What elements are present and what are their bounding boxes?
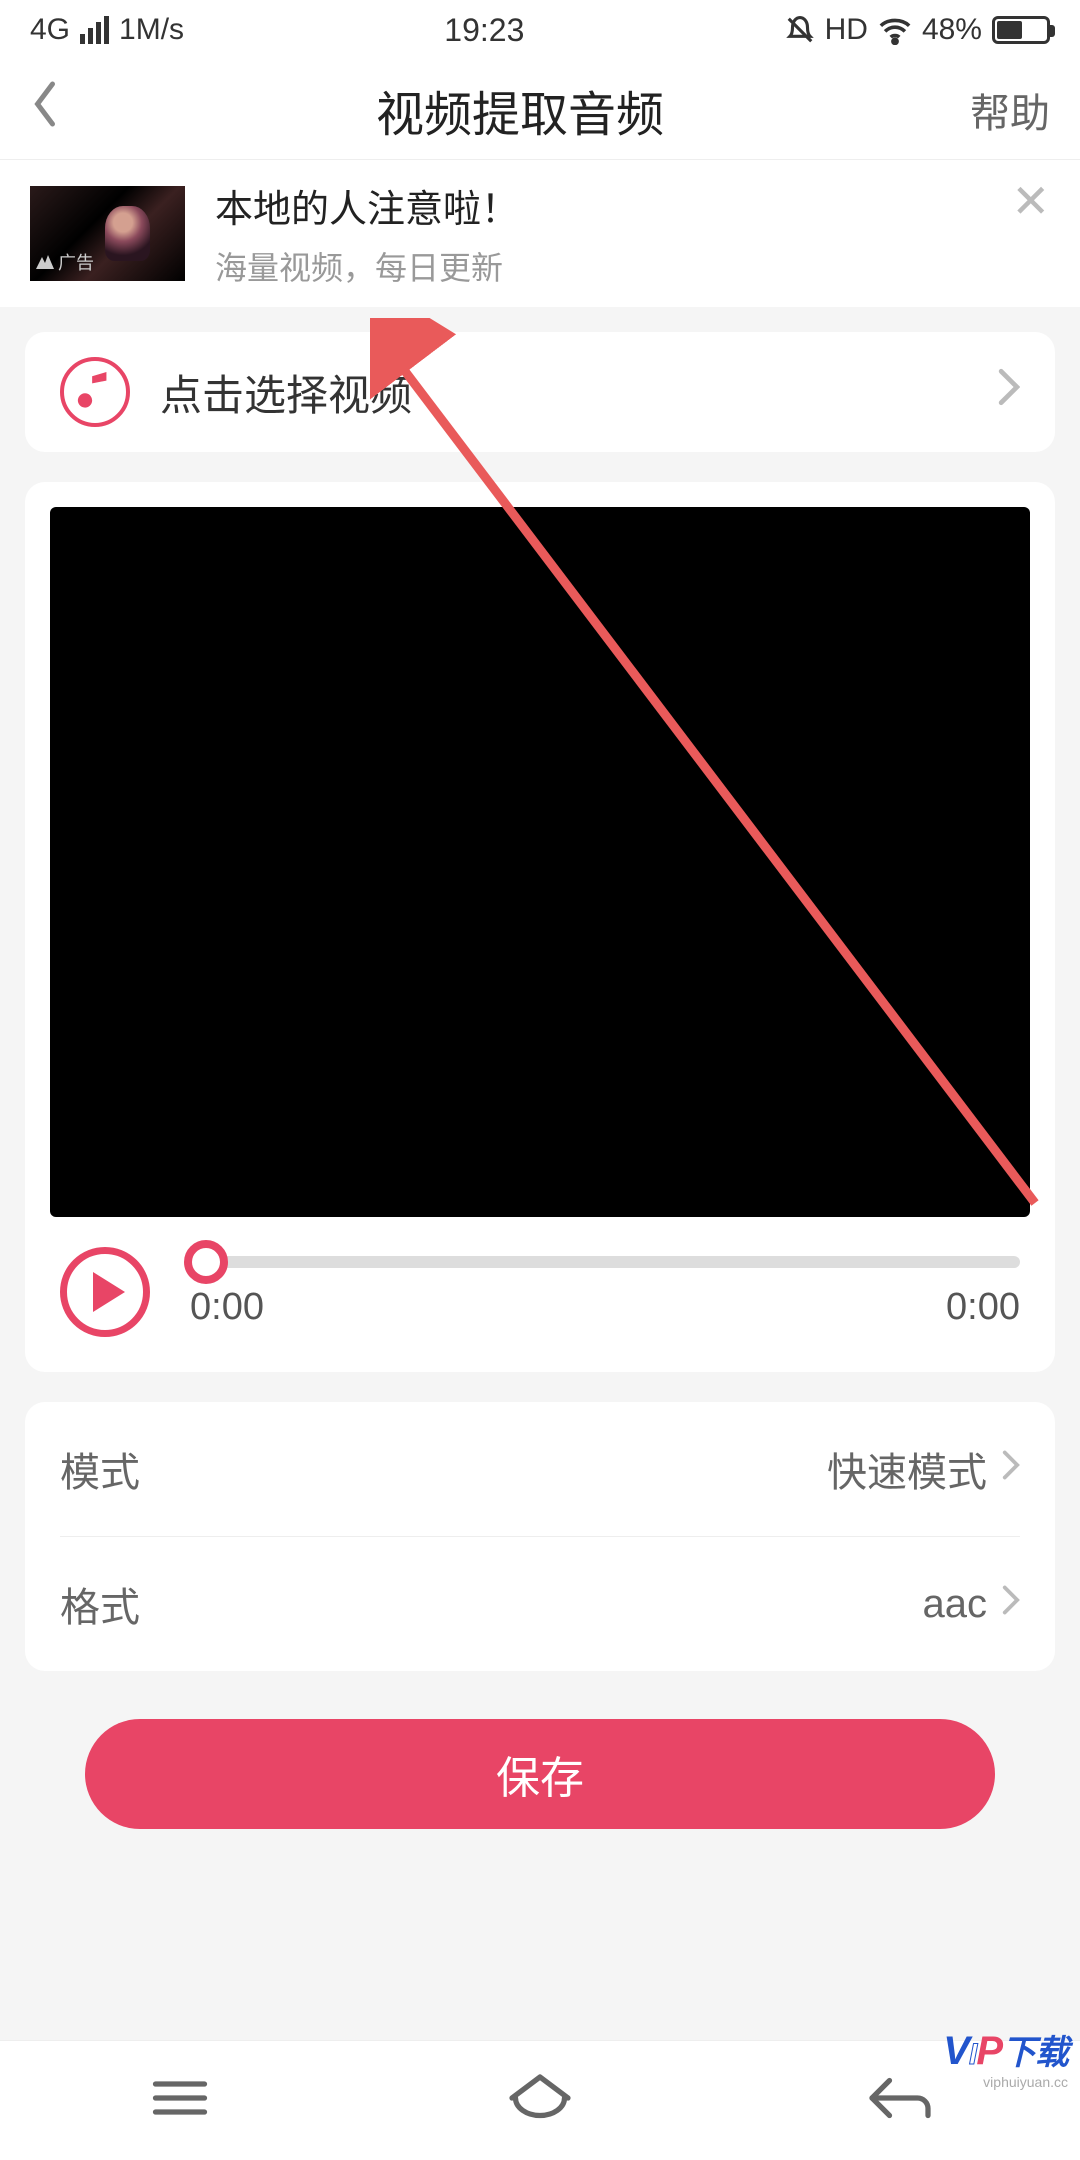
menu-button[interactable] [145, 2063, 215, 2138]
back-button[interactable] [30, 79, 90, 141]
mode-value: 快速模式 [827, 1440, 987, 1498]
current-time: 0:00 [190, 1286, 264, 1329]
video-preview[interactable] [50, 507, 1030, 1217]
slider-thumb[interactable] [184, 1240, 228, 1284]
format-row[interactable]: 格式 aac [25, 1537, 1055, 1671]
music-icon [60, 357, 130, 427]
network-speed: 1M/s [119, 13, 184, 47]
clock: 19:23 [444, 12, 524, 49]
page-title: 视频提取音频 [90, 75, 950, 145]
network-type: 4G [30, 13, 70, 47]
battery-icon [992, 16, 1050, 44]
ad-badge: 广告 [36, 249, 94, 275]
format-label: 格式 [60, 1575, 923, 1633]
ad-banner[interactable]: 广告 本地的人注意啦！ 海量视频，每日更新 ✕ [0, 160, 1080, 307]
system-nav [0, 2040, 1080, 2160]
help-button[interactable]: 帮助 [950, 81, 1050, 139]
watermark: VIP下载 viphuiyuan.cc [943, 2025, 1068, 2090]
ad-text: 本地的人注意啦！ 海量视频，每日更新 [215, 178, 519, 289]
chevron-right-icon [1002, 1585, 1020, 1624]
mode-row[interactable]: 模式 快速模式 [25, 1402, 1055, 1536]
player-card: 0:00 0:00 [25, 482, 1055, 1372]
status-bar: 4G 1M/s 19:23 HD 48% [0, 0, 1080, 60]
mute-icon [785, 15, 815, 45]
format-value: aac [923, 1582, 988, 1627]
chevron-right-icon [998, 368, 1020, 416]
status-right: HD 48% [785, 13, 1050, 47]
sys-back-button[interactable] [865, 2063, 935, 2138]
timeline: 0:00 0:00 [190, 1256, 1020, 1329]
hd-label: HD [825, 13, 868, 47]
battery-percent: 48% [922, 13, 982, 47]
nav-bar: 视频提取音频 帮助 [0, 60, 1080, 160]
wifi-icon [878, 15, 912, 45]
select-video-label: 点击选择视频 [160, 362, 998, 423]
total-time: 0:00 [946, 1286, 1020, 1329]
close-icon[interactable]: ✕ [1011, 178, 1050, 224]
player-controls: 0:00 0:00 [50, 1217, 1030, 1347]
save-button[interactable]: 保存 [85, 1719, 995, 1829]
ad-subtitle: 海量视频，每日更新 [215, 243, 519, 289]
seek-slider[interactable] [190, 1256, 1020, 1268]
select-video-row[interactable]: 点击选择视频 [25, 332, 1055, 452]
signal-icon [80, 16, 109, 44]
play-icon [93, 1272, 125, 1312]
ad-title: 本地的人注意啦！ [215, 178, 519, 233]
ad-thumbnail: 广告 [30, 186, 185, 281]
chevron-right-icon [1002, 1450, 1020, 1489]
settings-card: 模式 快速模式 格式 aac [25, 1402, 1055, 1671]
play-button[interactable] [60, 1247, 150, 1337]
status-left: 4G 1M/s [30, 13, 184, 47]
home-button[interactable] [505, 2063, 575, 2138]
save-label: 保存 [496, 1742, 584, 1806]
mode-label: 模式 [60, 1440, 827, 1498]
